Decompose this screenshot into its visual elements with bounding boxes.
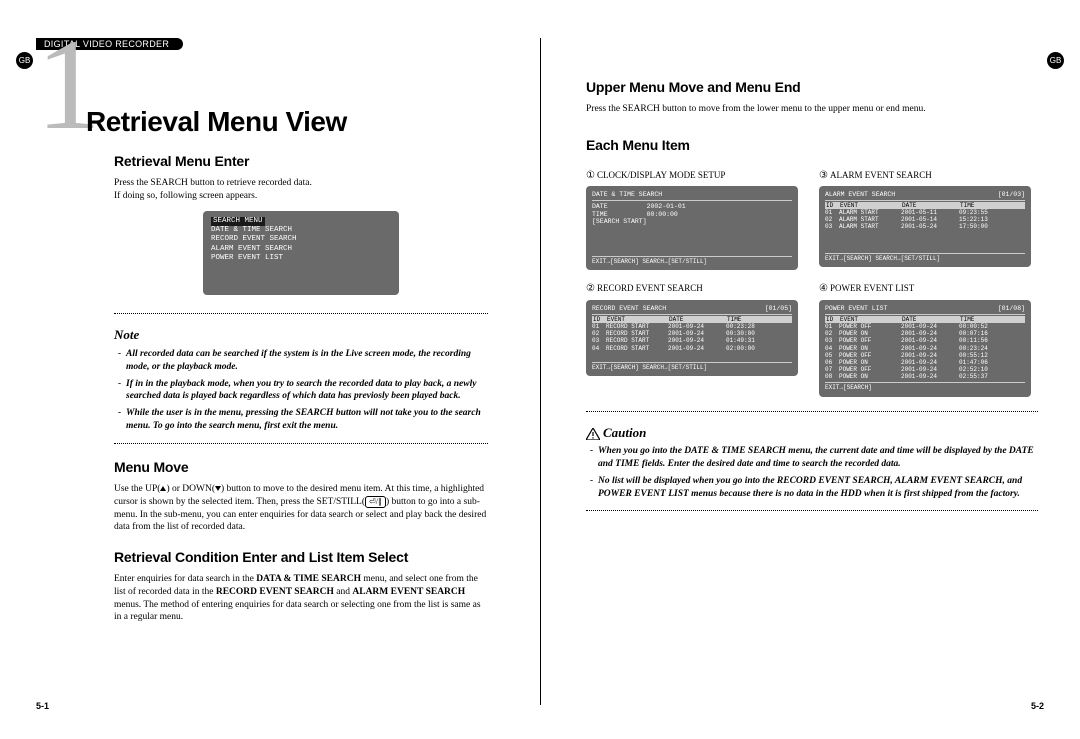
menu-grid-row2: ②RECORD EVENT SEARCH RECORD EVENT SEARCH… <box>586 274 1038 400</box>
caution-item: When you go into the DATE & TIME SEARCH … <box>590 445 1038 471</box>
note-list: All recorded data can be searched if the… <box>118 348 488 433</box>
screen-item: RECORD EVENT SEARCH <box>211 235 391 244</box>
right-page: Upper Menu Move and Menu End Press the S… <box>540 0 1080 739</box>
note-item: While the user is in the menu, pressing … <box>118 407 488 433</box>
page-number-right: 5-2 <box>1031 701 1044 711</box>
warning-icon <box>586 428 600 440</box>
section-retrieval-condition: Retrieval Condition Enter and List Item … <box>114 548 488 567</box>
divider-dotted <box>114 313 488 314</box>
note-item: All recorded data can be searched if the… <box>118 348 488 374</box>
note-label: Note <box>114 326 488 344</box>
page-title: Retrieval Menu View <box>86 106 504 138</box>
screen-item: POWER EVENT LIST <box>211 254 391 263</box>
section-menu-move: Menu Move <box>114 458 488 477</box>
screen-item: DATE & TIME SEARCH <box>211 226 391 235</box>
section-each-menu: Each Menu Item <box>586 136 1038 155</box>
divider-dotted <box>586 510 1038 511</box>
page-number-left: 5-1 <box>36 701 49 711</box>
screen-date-time: DATE & TIME SEARCH DATE 2002-01-01 TIME … <box>586 186 798 270</box>
down-icon <box>215 486 221 491</box>
para: If doing so, following screen appears. <box>114 190 488 203</box>
screen-record-event: RECORD EVENT SEARCH[01/05] IDEVENTDATETI… <box>586 300 798 376</box>
item-label: ③ALARM EVENT SEARCH <box>819 169 1038 183</box>
section-upper-menu: Upper Menu Move and Menu End <box>586 78 1038 97</box>
caution-label: Caution <box>586 424 1038 442</box>
screen-alarm-event: ALARM EVENT SEARCH[01/03] IDEVENTDATETIM… <box>819 186 1031 267</box>
divider-dotted <box>114 443 488 444</box>
left-page: DIGITAL VIDEO RECORDER 1 Retrieval Menu … <box>0 0 540 739</box>
para: Press the SEARCH button to retrieve reco… <box>114 177 488 190</box>
screen-search-menu: SEARCH MENU DATE & TIME SEARCH RECORD EV… <box>203 211 399 296</box>
para: Press the SEARCH button to move from the… <box>586 103 1038 116</box>
item-label: ①CLOCK/DISPLAY MODE SETUP <box>586 169 805 183</box>
item-label: ②RECORD EVENT SEARCH <box>586 282 805 296</box>
section-retrieval-enter: Retrieval Menu Enter <box>114 152 488 171</box>
caution-list: When you go into the DATE & TIME SEARCH … <box>590 445 1038 500</box>
para: Enter enquiries for data search in the D… <box>114 573 488 624</box>
screen-title: SEARCH MENU <box>211 217 265 226</box>
screen-power-event: POWER EVENT LIST[01/08] IDEVENTDATETIME … <box>819 300 1031 397</box>
caution-item: No list will be displayed when you go in… <box>590 475 1038 501</box>
note-item: If in in the playback mode, when you try… <box>118 378 488 404</box>
screen-item: ALARM EVENT SEARCH <box>211 245 391 254</box>
divider-dotted <box>586 411 1038 412</box>
up-icon <box>160 486 166 491</box>
menu-grid-row1: ①CLOCK/DISPLAY MODE SETUP DATE & TIME SE… <box>586 161 1038 275</box>
item-label: ④POWER EVENT LIST <box>819 282 1038 296</box>
right-content: Upper Menu Move and Menu End Press the S… <box>586 78 1038 511</box>
left-content: Retrieval Menu Enter Press the SEARCH bu… <box>114 152 488 624</box>
set-still-icon: ⏎/∥ <box>365 496 386 508</box>
document-spread: GB GB DIGITAL VIDEO RECORDER 1 Retrieval… <box>0 0 1080 739</box>
para: Use the UP() or DOWN() button to move to… <box>114 483 488 534</box>
